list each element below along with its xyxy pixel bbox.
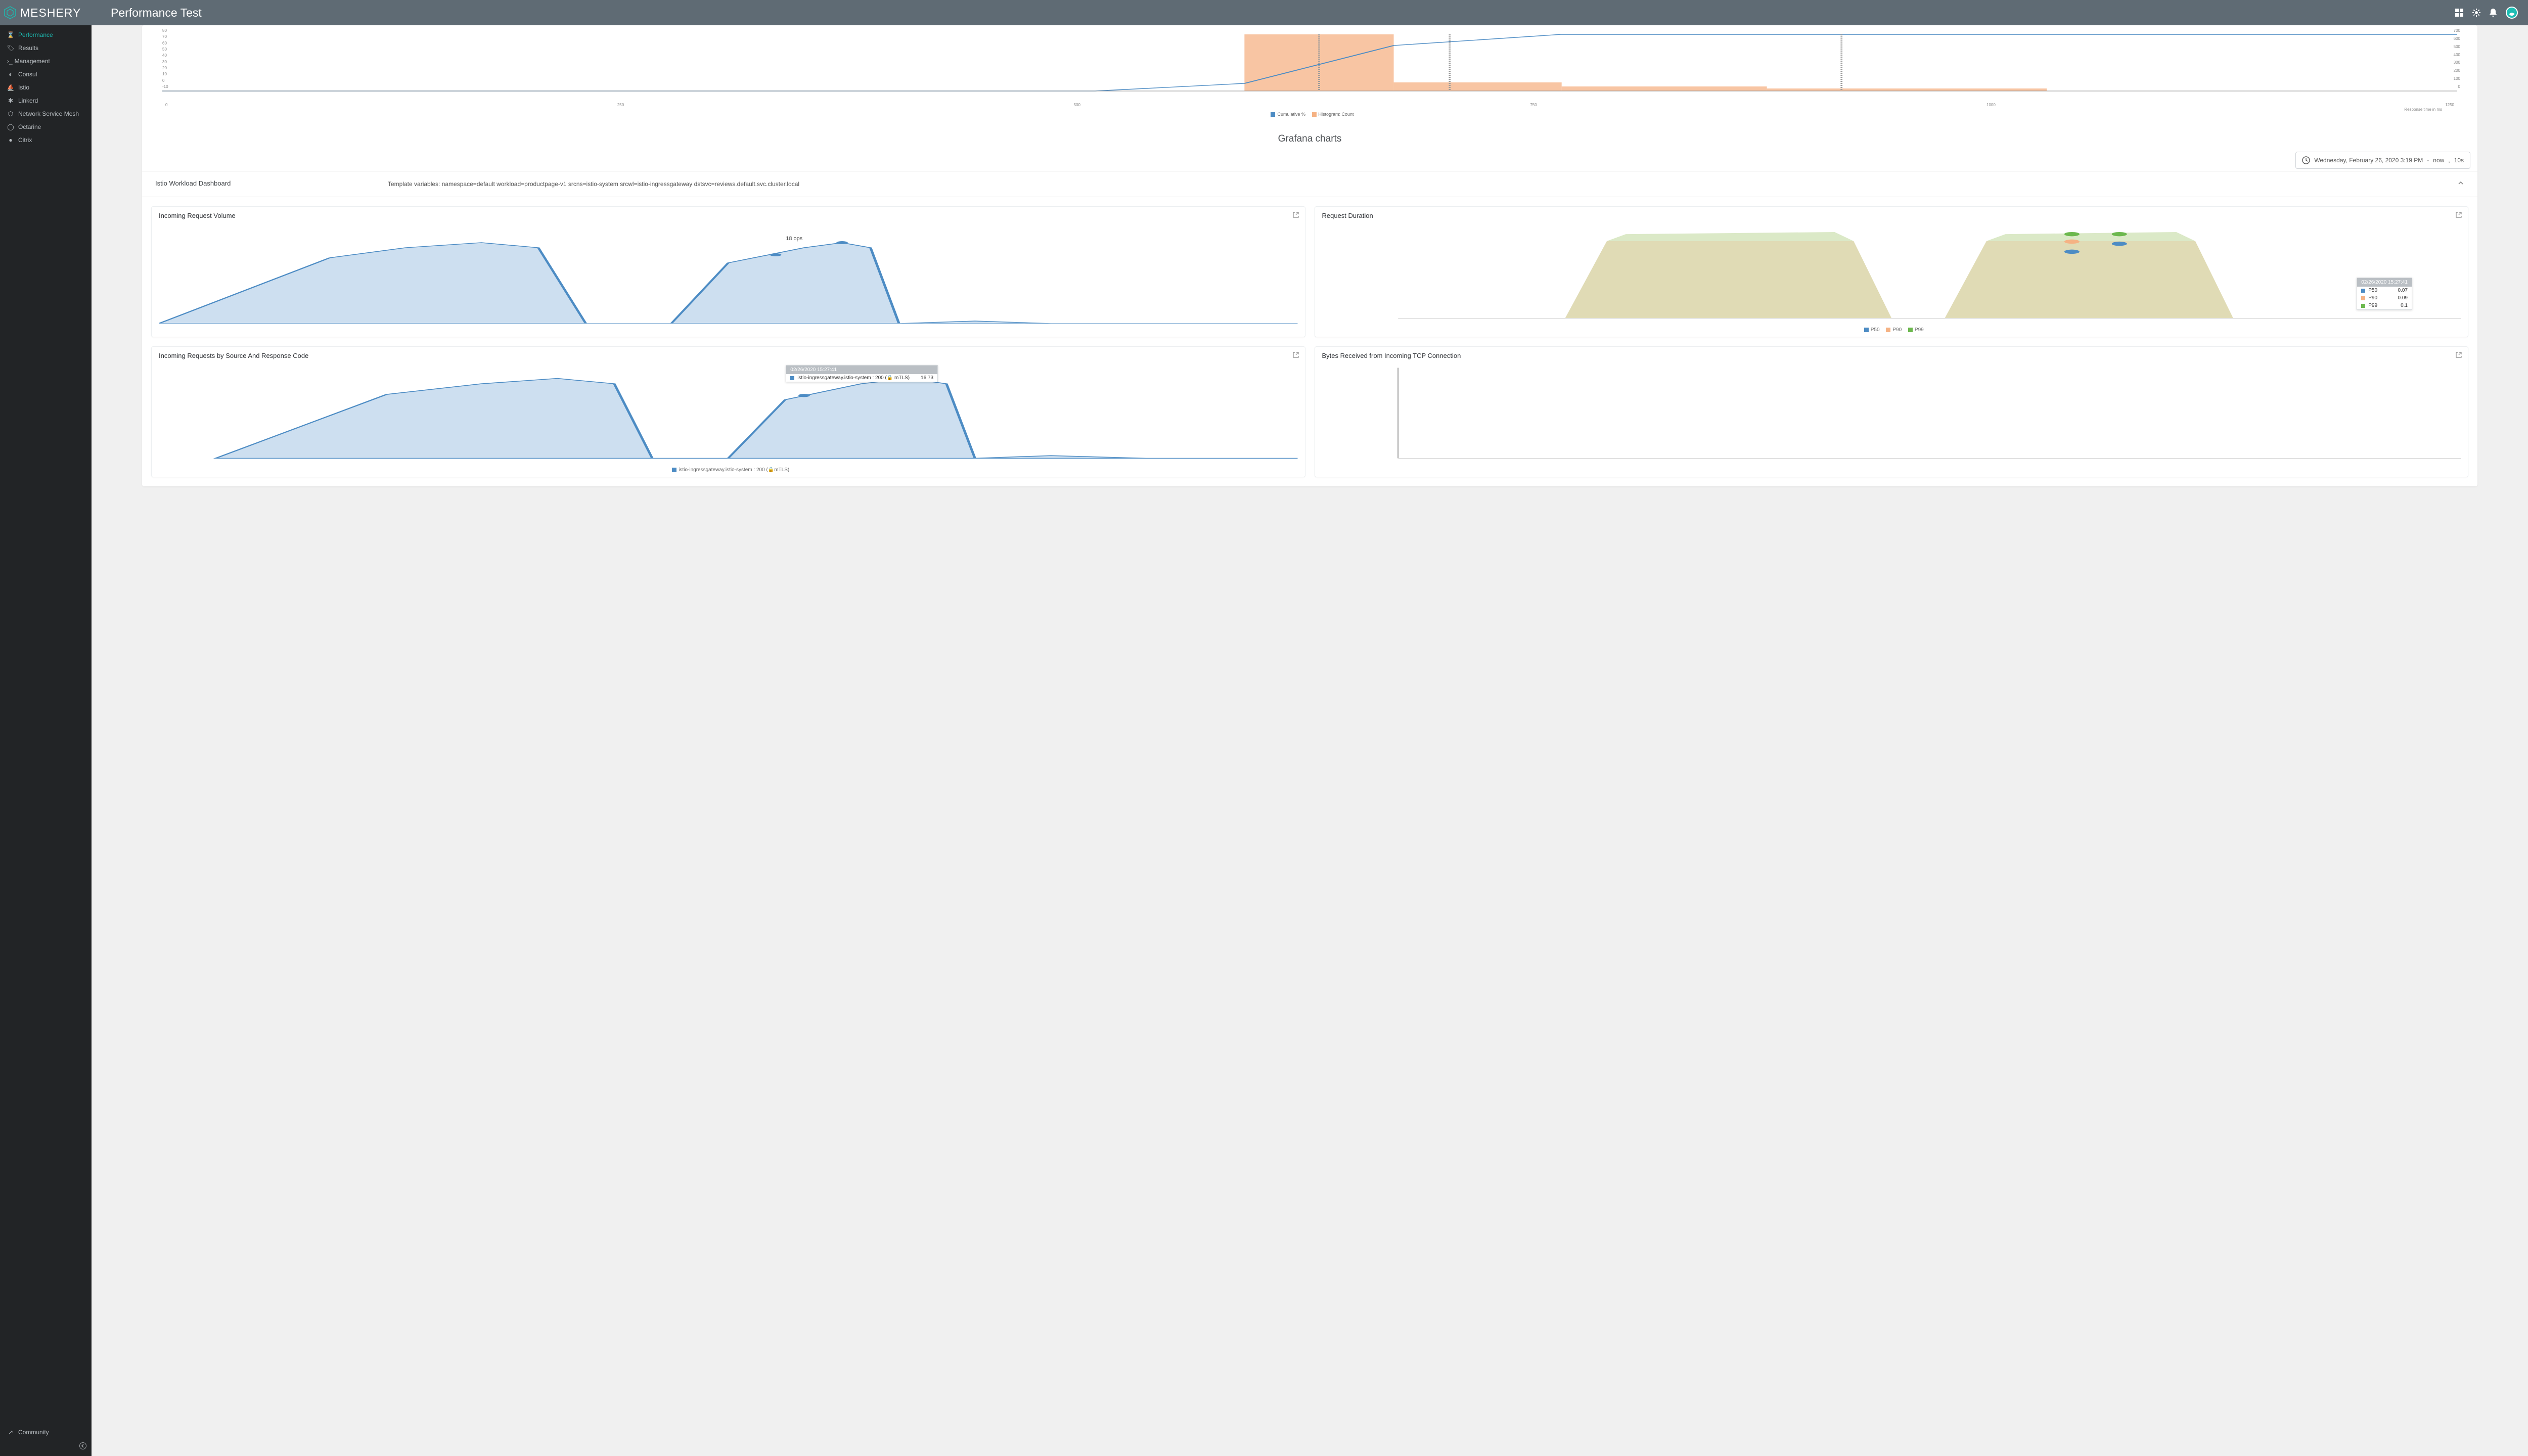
dashboard-template-vars: Template variables: namespace=default wo… bbox=[388, 179, 2437, 189]
chart-request-duration[interactable] bbox=[1322, 222, 2461, 324]
sidebar-item-label: Linkerd bbox=[18, 97, 38, 104]
octarine-icon: ◯ bbox=[7, 123, 14, 130]
time-range-button[interactable]: Wednesday, February 26, 2020 3:19 PM - n… bbox=[2295, 152, 2470, 169]
main-content: 80706050403020100-10 7006005004003002001… bbox=[92, 25, 2528, 1456]
clock-icon bbox=[2302, 156, 2310, 164]
citrix-icon: ● bbox=[7, 136, 14, 144]
time-range-to: now bbox=[2433, 157, 2444, 164]
sidebar-item-label: Consul bbox=[18, 71, 37, 78]
sidebar-item-label: Network Service Mesh bbox=[18, 110, 79, 117]
chart-bytes-tcp[interactable] bbox=[1322, 362, 2461, 464]
histogram-x-ticks: 025050075010001250 bbox=[165, 103, 2454, 107]
card-legend: P50 P90 P99 bbox=[1322, 325, 2461, 333]
hover-tooltip: 02/26/2020 15:27:41 P500.07 P900.09 P990… bbox=[2357, 278, 2412, 310]
page-title: Performance Test bbox=[111, 6, 202, 20]
logo[interactable]: MESHERY bbox=[0, 6, 92, 20]
sidebar-item-label: Community bbox=[18, 1429, 49, 1436]
sidebar-item-octarine[interactable]: ◯ Octarine bbox=[0, 120, 92, 133]
histogram-x-label: Response time in ms bbox=[162, 107, 2457, 112]
bell-icon[interactable] bbox=[2490, 9, 2497, 17]
card-title: Incoming Requests by Source And Response… bbox=[159, 352, 1298, 359]
sidebar-item-linkerd[interactable]: ✱ Linkerd bbox=[0, 94, 92, 107]
collapse-dashboard-icon[interactable] bbox=[2457, 179, 2464, 188]
dashboard-icon[interactable] bbox=[2455, 9, 2463, 17]
open-external-icon[interactable] bbox=[2456, 352, 2462, 359]
histogram-legend: Cumulative % Histogram: Count bbox=[162, 112, 2457, 117]
hover-time: 02/26/2020 15:27:41 bbox=[786, 366, 937, 374]
chevron-up-icon bbox=[2457, 179, 2464, 187]
top-bar: MESHERY Performance Test bbox=[0, 0, 2528, 25]
gear-icon[interactable] bbox=[2472, 9, 2480, 17]
histogram-y-right: 7006005004003002001000 bbox=[2454, 28, 2460, 89]
dashboard-title: Istio Workload Dashboard bbox=[155, 179, 368, 187]
sidebar-item-label: Citrix bbox=[18, 136, 32, 144]
sidebar-item-management[interactable]: ›_ Management bbox=[0, 55, 92, 68]
card-legend: istio-ingressgateway.istio-system : 200 … bbox=[159, 465, 1298, 473]
label-icon: 🏷 bbox=[7, 44, 14, 52]
hover-tooltip: 02/26/2020 15:27:41 istio-ingressgateway… bbox=[786, 365, 938, 382]
sidebar-item-community[interactable]: ↗ Community bbox=[0, 1426, 92, 1456]
sidebar-item-label: Performance bbox=[18, 31, 53, 38]
dashboard-header-row: Istio Workload Dashboard Template variab… bbox=[142, 171, 2477, 197]
meshery-logo-icon bbox=[3, 6, 17, 20]
sidebar-item-nsm[interactable]: ⬡ Network Service Mesh bbox=[0, 107, 92, 120]
histogram-panel: 80706050403020100-10 7006005004003002001… bbox=[142, 25, 2477, 121]
nsm-icon: ⬡ bbox=[7, 110, 14, 117]
sidebar: ⌛ Performance 🏷 Results ›_ Management ◐ C… bbox=[0, 25, 92, 1456]
sidebar-item-results[interactable]: 🏷 Results bbox=[0, 41, 92, 55]
card-title: Request Duration bbox=[1322, 212, 2461, 219]
sidebar-collapse-button[interactable] bbox=[79, 1442, 86, 1451]
open-external-icon[interactable] bbox=[2456, 212, 2462, 219]
sidebar-item-istio[interactable]: ⛵ Istio bbox=[0, 81, 92, 94]
card-title: Incoming Request Volume bbox=[159, 212, 1298, 219]
chart-incoming-volume[interactable] bbox=[159, 222, 1298, 324]
consul-icon: ◐ bbox=[7, 71, 14, 78]
sidebar-item-label: Istio bbox=[18, 84, 29, 91]
histogram-y-left: 80706050403020100-10 bbox=[162, 28, 168, 89]
chart-incoming-by-source[interactable] bbox=[159, 362, 1298, 464]
hover-time: 02/26/2020 15:27:41 bbox=[2357, 278, 2412, 287]
avatar[interactable] bbox=[2506, 7, 2518, 19]
sidebar-item-label: Management bbox=[15, 58, 50, 65]
time-range-from: Wednesday, February 26, 2020 3:19 PM bbox=[2314, 157, 2423, 164]
speedometer-icon: ⌛ bbox=[7, 31, 14, 38]
histogram-svg[interactable] bbox=[162, 30, 2457, 101]
value-label: 18 ops bbox=[786, 236, 802, 242]
logo-text: MESHERY bbox=[20, 6, 81, 20]
open-external-icon[interactable] bbox=[1293, 352, 1299, 359]
chevron-left-circle-icon bbox=[79, 1442, 86, 1449]
external-link-icon: ↗ bbox=[7, 1429, 14, 1436]
linkerd-icon: ✱ bbox=[7, 97, 14, 104]
card-request-duration: Request Duration bbox=[1315, 206, 2469, 337]
chevron-right-icon: ›_ bbox=[7, 58, 13, 65]
sidebar-item-consul[interactable]: ◐ Consul bbox=[0, 68, 92, 81]
open-external-icon[interactable] bbox=[1293, 212, 1299, 219]
card-title: Bytes Received from Incoming TCP Connect… bbox=[1322, 352, 2461, 359]
card-incoming-request-volume: Incoming Request Volume 18 ops bbox=[151, 206, 1305, 337]
card-incoming-by-source: Incoming Requests by Source And Response… bbox=[151, 346, 1305, 477]
sidebar-item-citrix[interactable]: ● Citrix bbox=[0, 133, 92, 147]
card-bytes-tcp: Bytes Received from Incoming TCP Connect… bbox=[1315, 346, 2469, 477]
section-title: Grafana charts bbox=[142, 121, 2477, 150]
top-icon-bar bbox=[2455, 7, 2518, 19]
sidebar-item-performance[interactable]: ⌛ Performance bbox=[0, 28, 92, 41]
sidebar-item-label: Octarine bbox=[18, 123, 41, 130]
istio-icon: ⛵ bbox=[7, 84, 14, 91]
sidebar-item-label: Results bbox=[18, 44, 38, 52]
time-range-refresh: 10s bbox=[2454, 157, 2464, 164]
